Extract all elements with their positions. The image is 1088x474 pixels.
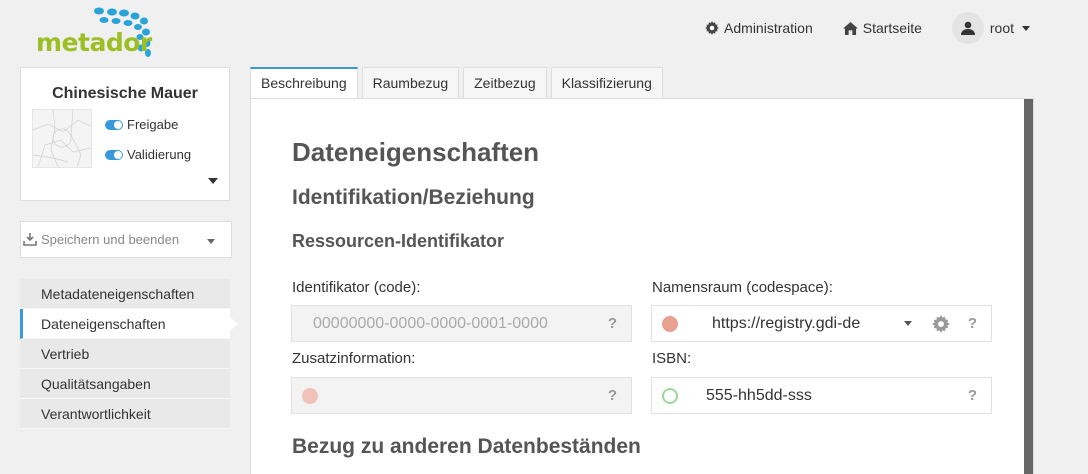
record-title: Chinesische Mauer: [52, 85, 198, 102]
namespace-select[interactable]: https://registry.gdi-de ?: [651, 305, 992, 342]
release-toggle-label: Freigabe: [127, 117, 179, 132]
top-navigation: Administration Startseite root: [675, 12, 1030, 44]
help-icon[interactable]: ?: [968, 315, 977, 332]
valid-status-icon: [662, 387, 678, 404]
section-heading: Identifikation/Beziehung: [292, 186, 535, 209]
gear-icon[interactable]: [931, 314, 950, 333]
invalid-status-icon: [302, 387, 318, 404]
scrollbar[interactable]: [1024, 99, 1033, 474]
home-link[interactable]: Startseite: [842, 20, 922, 36]
tab-classification[interactable]: Klassifizierung: [550, 67, 663, 98]
metador-logo[interactable]: metador: [34, 4, 164, 62]
identifier-value: 00000000-0000-0000-0001-0000: [313, 314, 548, 332]
home-icon: [842, 21, 858, 35]
main-panel: Dateneigenschaften Identifikation/Bezieh…: [250, 98, 1034, 474]
invalid-status-icon: [662, 315, 678, 332]
card-expand-caret-icon[interactable]: [208, 178, 218, 184]
isbn-field[interactable]: 555-hh5dd-sss ?: [651, 377, 992, 414]
avatar: [951, 12, 984, 44]
logo-text: metador: [36, 28, 152, 57]
toggle-switch-icon: [105, 149, 123, 160]
chevron-down-icon: [1022, 25, 1030, 31]
isbn-label: ISBN:: [652, 350, 692, 367]
sidenav-item-distribution[interactable]: Vertrieb: [20, 339, 230, 369]
related-datasets-heading: Bezug zu anderen Datenbeständen: [292, 435, 641, 458]
release-toggle[interactable]: Freigabe: [105, 117, 178, 132]
page-title: Dateneigenschaften: [292, 137, 540, 167]
sidenav-item-data-properties[interactable]: Dateneigenschaften: [20, 309, 238, 339]
tab-description[interactable]: Beschreibung: [250, 67, 358, 99]
save-tray-icon: [23, 233, 37, 246]
tab-spatial[interactable]: Raumbezug: [361, 67, 460, 98]
section-navigation: Metadateneigenschaften Dateneigenschafte…: [20, 279, 238, 429]
namespace-label: Namensraum (codespace):: [652, 279, 833, 296]
identifier-field[interactable]: 00000000-0000-0000-0001-0000 ?: [291, 305, 632, 342]
record-card: Chinesische Mauer Freigabe Validierung: [20, 67, 230, 201]
save-and-close-button[interactable]: Speichern und beenden: [20, 221, 232, 258]
administration-link[interactable]: Administration: [705, 20, 813, 36]
sidenav-item-metadata[interactable]: Metadateneigenschaften: [20, 279, 230, 309]
home-label: Startseite: [862, 20, 922, 36]
help-icon[interactable]: ?: [968, 387, 977, 404]
chevron-down-icon[interactable]: [903, 321, 912, 326]
additional-info-field[interactable]: ?: [291, 377, 632, 414]
help-icon[interactable]: ?: [608, 315, 617, 332]
administration-label: Administration: [724, 20, 813, 36]
identifier-label: Identifikator (code):: [292, 279, 421, 296]
namespace-value: https://registry.gdi-de: [712, 314, 861, 332]
tab-bar: Beschreibung Raumbezug Zeitbezug Klassif…: [250, 67, 663, 99]
save-button-label: Speichern und beenden: [41, 232, 180, 247]
validation-toggle[interactable]: Validierung: [105, 147, 191, 162]
user-name: root: [989, 20, 1014, 36]
isbn-value: 555-hh5dd-sss: [706, 386, 812, 404]
toggle-switch-icon: [105, 119, 123, 130]
user-menu[interactable]: root: [951, 12, 1030, 44]
sidenav-item-responsibility[interactable]: Verantwortlichkeit: [20, 399, 230, 429]
map-preview-icon: [32, 109, 92, 168]
sidenav-item-quality[interactable]: Qualitätsangaben: [20, 369, 230, 399]
validation-toggle-label: Validierung: [127, 147, 192, 162]
additional-info-label: Zusatzinformation:: [292, 350, 416, 367]
gear-icon: [705, 21, 720, 35]
chevron-down-icon[interactable]: [207, 239, 215, 244]
map-thumbnail[interactable]: [32, 109, 92, 168]
subsection-heading: Ressourcen-Identifikator: [292, 231, 505, 251]
user-icon: [960, 21, 975, 35]
tab-temporal[interactable]: Zeitbezug: [463, 67, 547, 98]
help-icon[interactable]: ?: [608, 387, 617, 404]
